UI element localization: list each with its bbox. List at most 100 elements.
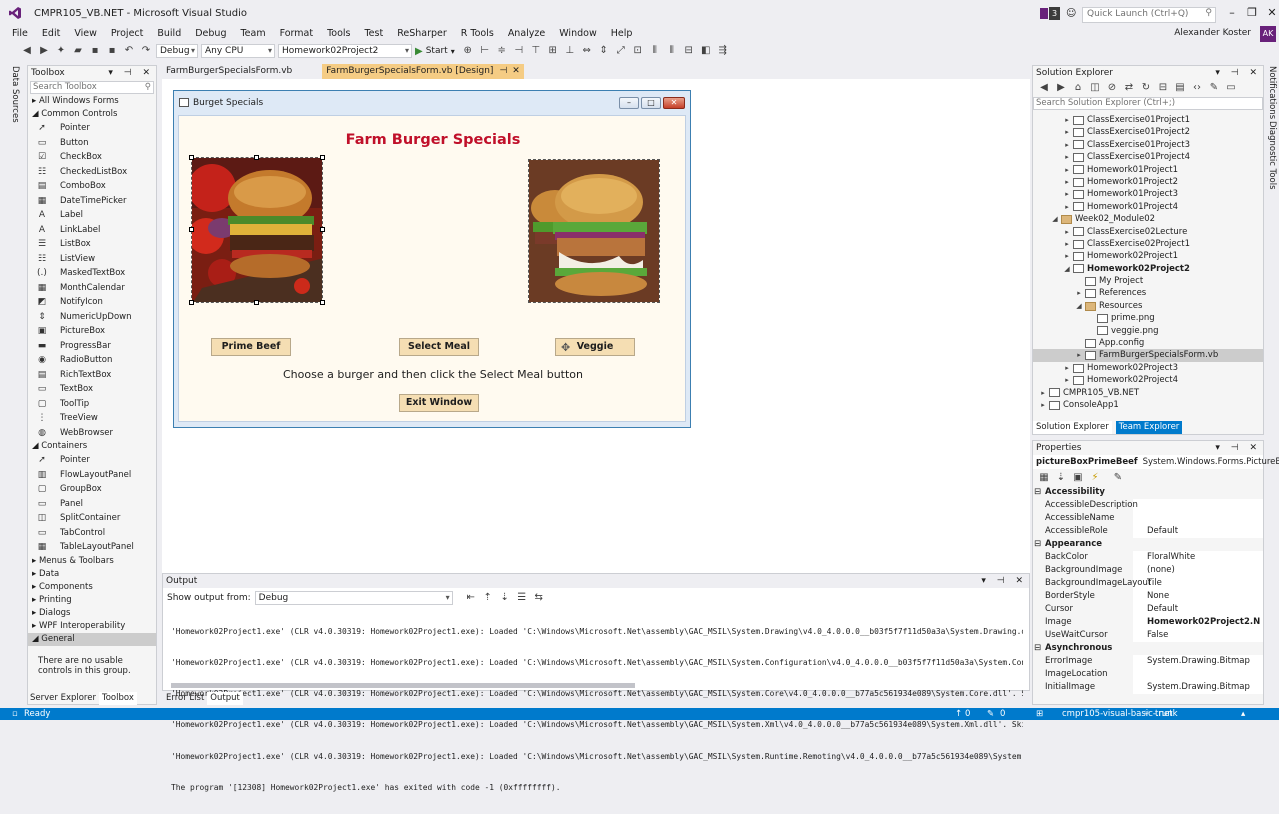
- back-icon[interactable]: ◀: [1037, 81, 1051, 95]
- tab-output[interactable]: Output: [207, 692, 243, 705]
- align-tops-icon[interactable]: ⊤: [529, 44, 543, 58]
- diagnostic-tools-tab[interactable]: Diagnostic Tools: [1267, 121, 1277, 190]
- solution-tree-item[interactable]: ▸ ClassExercise01Project2: [1033, 126, 1263, 138]
- tab-toolbox[interactable]: Toolbox: [98, 692, 137, 705]
- expander-icon[interactable]: ◢: [1063, 263, 1071, 275]
- select-meal-button[interactable]: Select Meal: [399, 338, 479, 356]
- property-row[interactable]: InitialImage System.Drawing.Bitmap: [1033, 681, 1263, 694]
- menu-help[interactable]: Help: [604, 27, 640, 41]
- solution-tree-item[interactable]: ▸ Homework02Project1: [1033, 250, 1263, 262]
- pending-changes-icon[interactable]: ⊘: [1105, 81, 1119, 95]
- winform-close-button[interactable]: ✕: [663, 97, 685, 109]
- solution-tree-item[interactable]: ◢ Resources: [1033, 300, 1263, 312]
- category-appearance[interactable]: Appearance: [1033, 538, 1263, 551]
- group-general[interactable]: ◢ General: [28, 632, 156, 646]
- toolbox-item-splitcontainer[interactable]: ◫ SplitContainer: [28, 511, 156, 526]
- category-asynchronous[interactable]: Asynchronous: [1033, 642, 1263, 655]
- property-value[interactable]: (none): [1133, 564, 1263, 577]
- expander-icon[interactable]: ◢: [1051, 213, 1059, 225]
- next-message-icon[interactable]: ⇣: [498, 591, 512, 605]
- menu-tools[interactable]: Tools: [320, 27, 357, 41]
- solution-tree-item[interactable]: ▸ ClassExercise01Project4: [1033, 151, 1263, 163]
- toolbox-item-webbrowser[interactable]: ◍ WebBrowser: [28, 426, 156, 441]
- errors-count[interactable]: 0: [965, 708, 970, 720]
- expander-icon[interactable]: ◢: [1075, 300, 1083, 312]
- redo-icon[interactable]: ↷: [139, 44, 153, 58]
- property-value[interactable]: [1133, 668, 1263, 681]
- property-value[interactable]: Default: [1133, 603, 1263, 616]
- pin-icon[interactable]: ⊣: [499, 66, 507, 76]
- toolbox-item-progressbar[interactable]: ▬ ProgressBar: [28, 339, 156, 354]
- solution-tree-item[interactable]: ▸ Homework01Project4: [1033, 201, 1263, 213]
- tab-order-icon[interactable]: ⇶: [716, 44, 730, 58]
- toolbox-item-datetimepicker[interactable]: ▦ DateTimePicker: [28, 194, 156, 209]
- output-source-combo[interactable]: Debug: [254, 591, 453, 605]
- category-accessibility[interactable]: Accessibility: [1033, 486, 1263, 499]
- group-wpf-interoperability[interactable]: ▸ WPF Interoperability: [28, 620, 156, 633]
- solution-configuration-combo[interactable]: Debug: [156, 44, 198, 58]
- spacing-icon[interactable]: ⫴: [648, 44, 662, 58]
- same-height-icon[interactable]: ⇕: [597, 44, 611, 58]
- winform-maximize-button[interactable]: □: [641, 97, 661, 109]
- find-message-icon[interactable]: ⇤: [464, 591, 478, 605]
- expander-icon[interactable]: ▸: [1039, 387, 1047, 399]
- align-centers-icon[interactable]: ≑: [495, 44, 509, 58]
- property-row[interactable]: AccessibleRole Default: [1033, 525, 1263, 538]
- toolbox-item-tooltip[interactable]: ▢ ToolTip: [28, 397, 156, 412]
- group-containers[interactable]: ◢ Containers: [28, 440, 156, 453]
- tab-team-explorer[interactable]: Team Explorer: [1115, 421, 1183, 434]
- menu-analyze[interactable]: Analyze: [501, 27, 552, 41]
- find-icon[interactable]: ⊕: [461, 44, 475, 58]
- property-value[interactable]: Default: [1133, 525, 1263, 538]
- same-width-icon[interactable]: ⇔: [580, 44, 594, 58]
- bring-to-front-icon[interactable]: ◧: [699, 44, 713, 58]
- expander-icon[interactable]: ▸: [1075, 287, 1083, 299]
- property-row[interactable]: BackgroundImage (none): [1033, 564, 1263, 577]
- toolbox-item-monthcalendar[interactable]: ▦ MonthCalendar: [28, 281, 156, 296]
- panel-controls-icon[interactable]: ▾ ⊣ ✕: [1215, 66, 1261, 80]
- toolbox-item-button[interactable]: ▭ Button: [28, 136, 156, 151]
- word-wrap-icon[interactable]: ⇆: [532, 591, 546, 605]
- solution-tree-item[interactable]: ◢ Homework02Project2: [1033, 263, 1263, 275]
- property-row[interactable]: ErrorImage System.Drawing.Bitmap: [1033, 655, 1263, 668]
- toolbox-item-picturebox[interactable]: ▣ PictureBox: [28, 324, 156, 339]
- picture-box-prime-beef[interactable]: [191, 157, 323, 303]
- panel-controls-icon[interactable]: ▾ ⊣ ✕: [981, 574, 1027, 588]
- forward-icon[interactable]: ▶: [1054, 81, 1068, 95]
- solution-tree-item[interactable]: ▸ FarmBurgerSpecialsForm.vb: [1033, 349, 1263, 362]
- expander-icon[interactable]: ▸: [1063, 374, 1071, 386]
- solution-search-input[interactable]: Search Solution Explorer (Ctrl+;): [1033, 97, 1263, 110]
- property-row[interactable]: AccessibleDescription: [1033, 499, 1263, 512]
- properties-view-icon[interactable]: ▣: [1071, 471, 1085, 485]
- toolbox-search-input[interactable]: Search Toolbox ⚲: [30, 81, 154, 94]
- toolbox-item-tablelayoutpanel[interactable]: ▦ TableLayoutPanel: [28, 540, 156, 555]
- solution-tree-item[interactable]: ▸ Homework01Project2: [1033, 176, 1263, 188]
- refresh-icon[interactable]: ↻: [1139, 81, 1153, 95]
- menu-test[interactable]: Test: [357, 27, 390, 41]
- toolbox-item-treeview[interactable]: ⋮ TreeView: [28, 411, 156, 426]
- view-code-icon[interactable]: ‹›: [1190, 81, 1204, 95]
- menu-team[interactable]: Team: [233, 27, 272, 41]
- property-value[interactable]: System.Drawing.Bitmap: [1133, 655, 1263, 668]
- solution-tree-item[interactable]: prime.png: [1033, 312, 1263, 324]
- object-selector[interactable]: pictureBoxPrimeBeef System.Windows.Forms…: [1033, 455, 1279, 469]
- property-row[interactable]: BorderStyle None: [1033, 590, 1263, 603]
- notifications-tab[interactable]: Notifications: [1267, 66, 1277, 119]
- align-rights-icon[interactable]: ⊣: [512, 44, 526, 58]
- solution-tree-item[interactable]: App.config: [1033, 337, 1263, 349]
- menu-edit[interactable]: Edit: [35, 27, 67, 41]
- toolbox-item-textbox[interactable]: ▭ TextBox: [28, 382, 156, 397]
- picture-box-veggie[interactable]: [528, 159, 660, 303]
- exit-window-button[interactable]: Exit Window: [399, 394, 479, 412]
- property-row[interactable]: ImageLocation: [1033, 668, 1263, 681]
- toolbox-item-tabcontrol[interactable]: ▭ TabControl: [28, 526, 156, 541]
- quick-launch-input[interactable]: Quick Launch (Ctrl+Q) ⚲: [1082, 7, 1216, 23]
- alphabetical-icon[interactable]: ⇣: [1054, 471, 1068, 485]
- solution-tree-item[interactable]: ▸ Homework01Project3: [1033, 188, 1263, 200]
- solution-tree-item[interactable]: ▸ ClassExercise01Project1: [1033, 114, 1263, 126]
- align-bottoms-icon[interactable]: ⊥: [563, 44, 577, 58]
- toolbox-item-flowlayoutpanel[interactable]: ▥ FlowLayoutPanel: [28, 468, 156, 483]
- data-sources-tab[interactable]: Data Sources: [10, 66, 20, 123]
- property-row[interactable]: Image Homework02Project2.N: [1033, 616, 1263, 629]
- expander-icon[interactable]: ▸: [1063, 151, 1071, 163]
